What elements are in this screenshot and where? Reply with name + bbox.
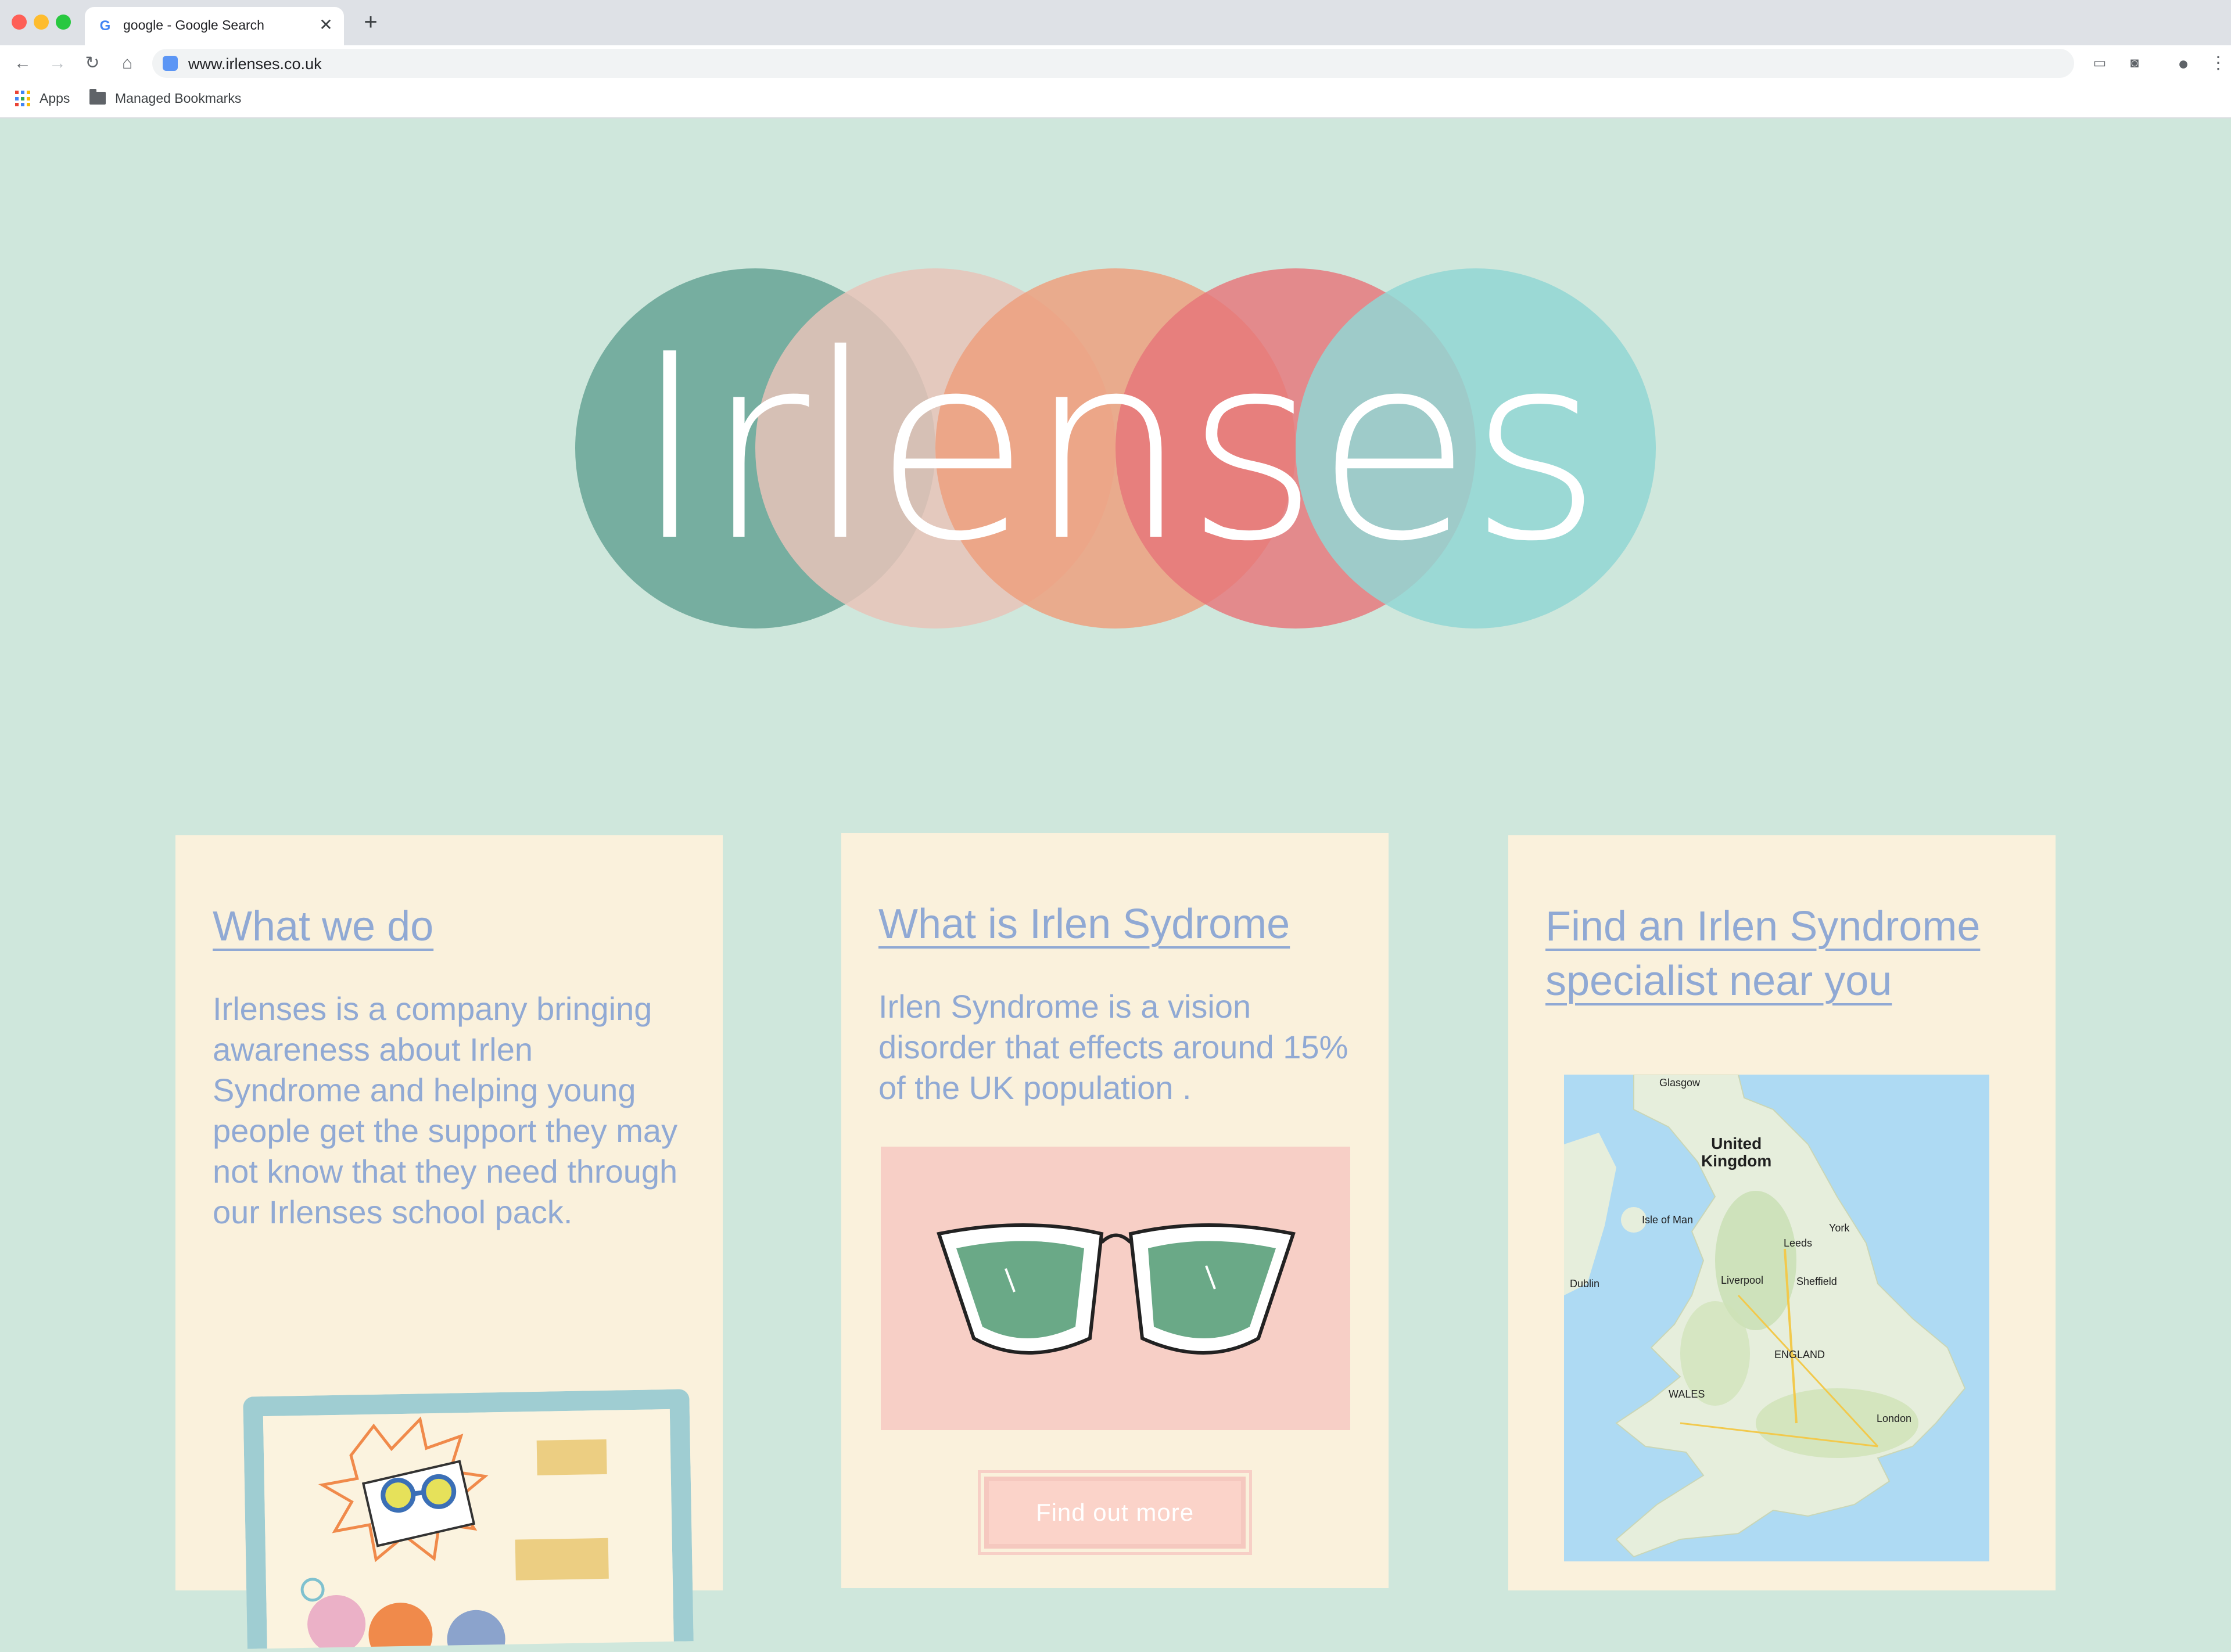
url-text[interactable]: www.irlenses.co.uk: [188, 55, 322, 73]
web-page: Irlenses What we do Irlenses is a compan…: [0, 118, 2231, 1652]
sunglasses-extension-icon[interactable]: ◙: [2124, 53, 2145, 73]
tab-strip: G google - Google Search ✕ +: [0, 0, 2231, 45]
minimize-window-button[interactable]: [34, 15, 49, 30]
map-label-wales: WALES: [1669, 1388, 1705, 1400]
google-favicon-icon: G: [99, 18, 111, 34]
reload-icon[interactable]: ↻: [80, 51, 105, 76]
folder-icon: [89, 89, 106, 105]
map-label-york: York: [1829, 1222, 1850, 1234]
what-we-do-link[interactable]: What we do: [213, 899, 686, 954]
card-what-we-do: What we do Irlenses is a company bringin…: [175, 835, 723, 1652]
what-is-irlen-text: Irlen Syndrome is a vision disorder that…: [878, 988, 1348, 1106]
extension-icon[interactable]: ▭: [2089, 53, 2110, 73]
browser-tab[interactable]: G google - Google Search ✕: [85, 7, 344, 45]
maximize-window-button[interactable]: [56, 15, 71, 30]
apps-grid-icon[interactable]: [15, 91, 31, 107]
card-what-is-irlen: What is Irlen Sydrome Irlen Syndrome is …: [841, 833, 1389, 1588]
new-tab-button[interactable]: +: [359, 10, 382, 35]
uk-map-graphic: [1564, 1075, 1966, 1558]
card-find-specialist: Find an Irlen Syndrome specialist near y…: [1508, 835, 2056, 1590]
close-icon[interactable]: ✕: [317, 16, 335, 34]
logo-text: Irlenses: [632, 300, 1602, 597]
bookmark-apps[interactable]: Apps: [40, 91, 70, 106]
kebab-menu-icon[interactable]: ⋮: [2208, 53, 2229, 73]
tab-title: google - Google Search: [123, 17, 264, 33]
find-out-more-button[interactable]: Find out more: [978, 1470, 1252, 1555]
map-label-uk: United Kingdom: [1701, 1134, 1772, 1170]
what-we-do-text: Irlenses is a company bringing awareness…: [213, 990, 678, 1230]
what-is-irlen-link[interactable]: What is Irlen Sydrome: [878, 897, 1351, 951]
map-label-leeds: Leeds: [1784, 1237, 1813, 1249]
bookmarks-bar: Apps Managed Bookmarks: [0, 81, 2231, 118]
irlenses-logo: Irlenses: [575, 268, 1656, 629]
map-label-sheffield: Sheffield: [1796, 1276, 1837, 1287]
browser-toolbar: ← → ↻ ⌂ www.irlenses.co.uk ▭ ◙ ● ⋮: [0, 45, 2231, 81]
find-specialist-link[interactable]: Find an Irlen Syndrome specialist near y…: [1545, 899, 2018, 1008]
map-label-england: ENGLAND: [1774, 1349, 1825, 1360]
school-pack-illustration: [243, 1389, 694, 1652]
uk-map[interactable]: United Kingdom Glasgow Isle of Man Dublin…: [1564, 1075, 1989, 1561]
profile-avatar-icon[interactable]: ●: [2173, 53, 2194, 73]
map-label-dublin: Dublin: [1570, 1278, 1600, 1290]
bookmark-managed-bookmarks[interactable]: Managed Bookmarks: [115, 91, 241, 106]
site-info-icon[interactable]: [163, 56, 178, 71]
map-label-london: London: [1877, 1413, 1912, 1424]
forward-arrow-icon[interactable]: →: [45, 51, 70, 76]
home-icon[interactable]: ⌂: [115, 51, 139, 76]
map-label-liverpool: Liverpool: [1721, 1274, 1764, 1286]
address-bar[interactable]: www.irlenses.co.uk: [152, 49, 2074, 78]
sunglasses-icon: [937, 1223, 1296, 1355]
map-label-isle-of-man: Isle of Man: [1642, 1214, 1694, 1226]
back-arrow-icon[interactable]: ←: [10, 51, 35, 76]
close-window-button[interactable]: [12, 15, 27, 30]
reading-child-illustration: [300, 1416, 609, 1652]
sunglasses-image: [881, 1147, 1350, 1430]
map-label-glasgow: Glasgow: [1659, 1077, 1701, 1089]
